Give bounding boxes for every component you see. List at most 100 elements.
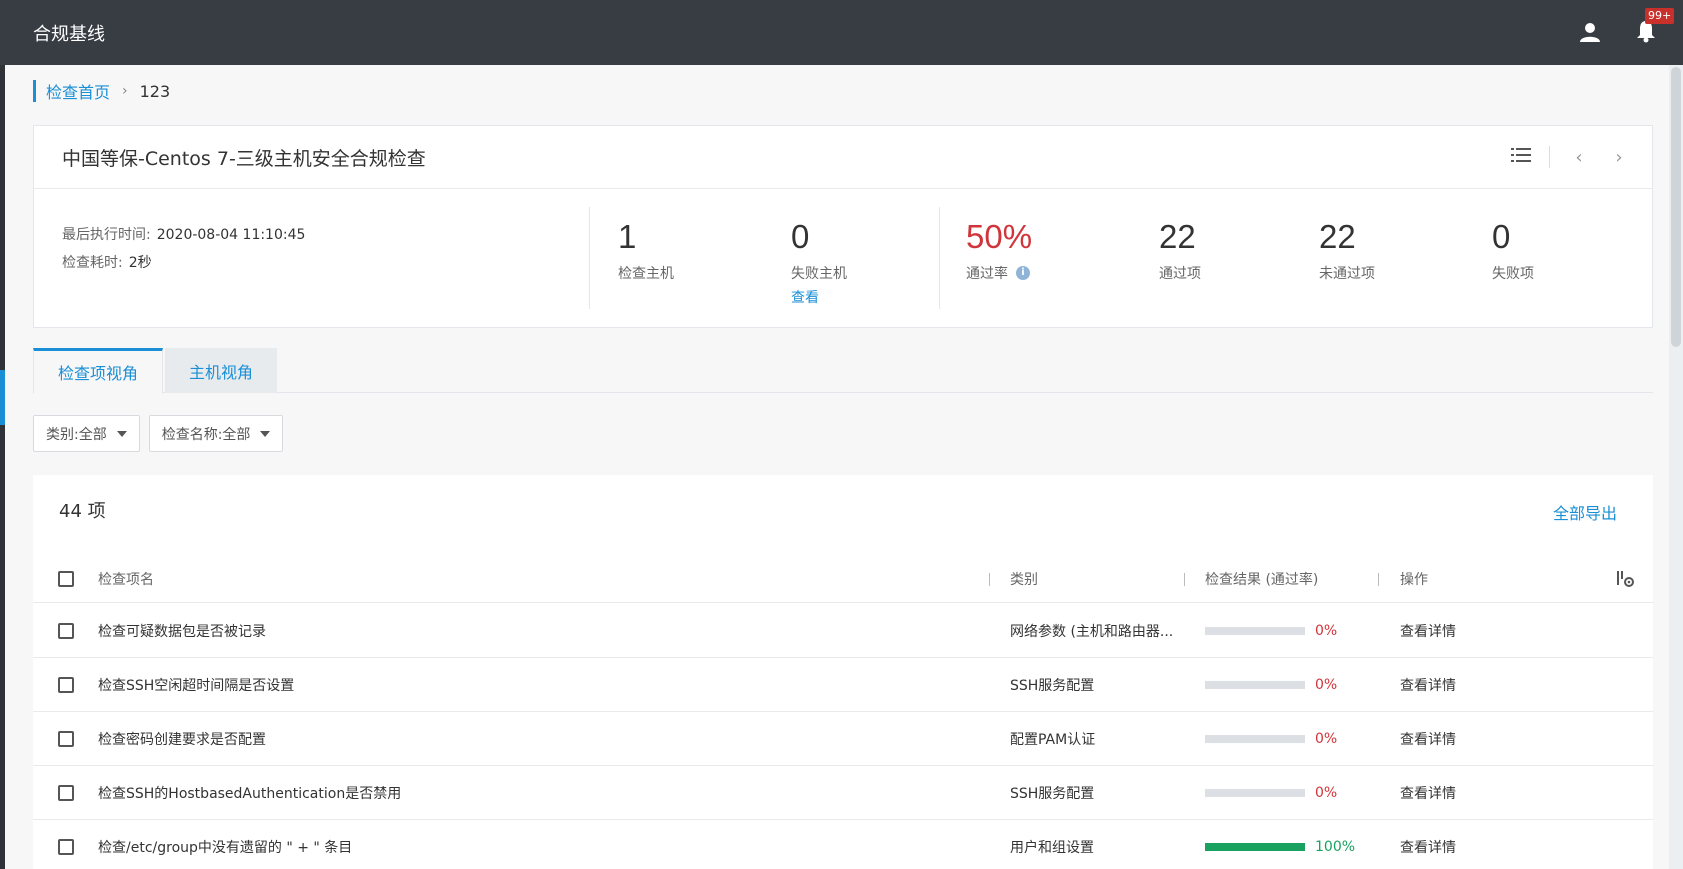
tab-host-view[interactable]: 主机视角	[165, 348, 278, 393]
column-resizer[interactable]	[989, 573, 990, 586]
run-meta: 最后执行时间: 2020-08-04 11:10:45 检查耗时: 2秒	[62, 221, 305, 277]
stat-passed-value: 22	[1159, 218, 1196, 255]
table-row: 检查SSH空闲超时间隔是否设置 SSH服务配置 0% 查看详情	[33, 658, 1653, 712]
chevron-left-icon[interactable]: ‹	[1568, 146, 1590, 168]
pass-rate-bar	[1205, 842, 1305, 851]
view-details-link[interactable]: 查看详情	[1400, 604, 1456, 657]
scrollbar-thumb[interactable]	[1671, 67, 1681, 347]
last-run-value: 2020-08-04 11:10:45	[156, 227, 306, 243]
stats-divider	[589, 207, 590, 309]
category-filter[interactable]: 类别:全部	[33, 415, 140, 452]
col-action-header: 操作	[1400, 571, 1428, 588]
duration-label: 检查耗时:	[62, 255, 123, 271]
last-run-label: 最后执行时间:	[62, 227, 151, 243]
check-result: 0%	[1205, 604, 1337, 657]
row-checkbox[interactable]	[58, 784, 74, 801]
stat-not-passed-value: 22	[1319, 218, 1356, 255]
pass-rate-value: 0%	[1315, 622, 1338, 639]
column-settings-icon[interactable]	[1616, 555, 1636, 602]
breadcrumb-current: 123	[139, 81, 171, 101]
check-name-filter-label: 检查名称:全部	[161, 426, 251, 443]
stat-failed-label: 失败项	[1492, 266, 1534, 282]
stat-pass-rate-label: 通过率	[966, 266, 1008, 282]
view-failed-hosts-link[interactable]: 查看	[791, 287, 847, 307]
row-checkbox[interactable]	[58, 730, 74, 747]
check-name-filter[interactable]: 检查名称:全部	[148, 415, 284, 452]
check-item-category: 配置PAM认证	[1010, 731, 1096, 748]
left-nav-strip	[0, 0, 5, 869]
stat-pass-rate: 50% 通过率 i	[966, 217, 1032, 283]
stat-not-passed-label: 未通过项	[1319, 266, 1375, 282]
stat-passed-label: 通过项	[1159, 266, 1201, 282]
view-details-link[interactable]: 查看详情	[1400, 658, 1456, 711]
notification-badge: 99+	[1645, 7, 1675, 24]
tab-check-item-view[interactable]: 检查项视角	[33, 348, 164, 394]
column-resizer[interactable]	[1378, 573, 1379, 586]
summary-title: 中国等保-Centos 7-三级主机安全合规检查	[62, 147, 426, 170]
check-result: 0%	[1205, 766, 1337, 819]
pass-rate-bar-fill	[1205, 842, 1305, 851]
actions-divider	[1549, 146, 1550, 168]
page-scrollbar[interactable]	[1669, 65, 1683, 869]
table-row: 检查SSH的HostbasedAuthentication是否禁用 SSH服务配置…	[33, 766, 1653, 820]
stat-failed-value: 0	[1492, 218, 1511, 255]
check-item-name: 检查可疑数据包是否被记录	[98, 623, 266, 640]
check-result: 100%	[1205, 820, 1355, 869]
user-icon[interactable]	[1577, 20, 1603, 46]
check-item-name: 检查/etc/group中没有遗留的 " + " 条目	[98, 839, 353, 856]
view-tabs: 检查项视角 主机视角	[33, 348, 1653, 394]
pass-rate-value: 100%	[1315, 838, 1356, 855]
col-category-header[interactable]: 类别	[1010, 555, 1038, 602]
notification-bell-icon[interactable]: 99+	[1633, 7, 1675, 48]
stat-failed: 0 失败项	[1492, 217, 1534, 283]
pass-rate-value: 0%	[1315, 784, 1338, 801]
list-icon[interactable]	[1511, 146, 1531, 168]
summary-card: 中国等保-Centos 7-三级主机安全合规检查 ‹ › 最后执行时间: 2020…	[33, 125, 1653, 328]
check-result: 0%	[1205, 658, 1337, 711]
table-header: 检查项名 类别 检查结果 (通过率) 操作	[33, 555, 1653, 603]
check-items-panel: 44 项 全部导出 检查项名 类别 检查结果 (通过率) 操作 检查可疑数据包是…	[33, 475, 1653, 869]
row-checkbox[interactable]	[58, 622, 74, 639]
column-resizer[interactable]	[1184, 573, 1185, 586]
row-checkbox[interactable]	[58, 676, 74, 693]
stat-hosts-value: 1	[618, 218, 637, 255]
table-row: 检查密码创建要求是否配置 配置PAM认证 0% 查看详情	[33, 712, 1653, 766]
info-icon[interactable]: i	[1016, 266, 1030, 280]
export-all-link[interactable]: 全部导出	[1553, 500, 1617, 524]
pass-rate-value: 0%	[1315, 730, 1338, 747]
stat-failed-hosts-label: 失败主机	[791, 266, 847, 282]
stat-not-passed: 22 未通过项	[1319, 217, 1375, 283]
table-row: 检查可疑数据包是否被记录 网络参数 (主机和路由器... 0% 查看详情	[33, 604, 1653, 658]
col-name-header[interactable]: 检查项名	[98, 555, 154, 602]
row-checkbox[interactable]	[58, 838, 74, 855]
stat-passed: 22 通过项	[1159, 217, 1201, 283]
select-all-checkbox[interactable]	[58, 570, 74, 587]
table-row: 检查/etc/group中没有遗留的 " + " 条目 用户和组设置 100% 查看详…	[33, 820, 1653, 869]
pass-rate-bar	[1205, 734, 1305, 743]
check-item-category: SSH服务配置	[1010, 677, 1095, 694]
stat-hosts-label: 检查主机	[618, 266, 674, 282]
col-result-header[interactable]: 检查结果 (通过率)	[1205, 555, 1318, 602]
stats-divider	[939, 207, 940, 309]
check-result: 0%	[1205, 712, 1337, 765]
stat-failed-hosts-value: 0	[791, 218, 810, 255]
category-filter-label: 类别:全部	[46, 426, 107, 443]
check-item-category: SSH服务配置	[1010, 785, 1095, 802]
check-item-name: 检查SSH空闲超时间隔是否设置	[98, 677, 295, 694]
chevron-right-icon: ›	[122, 83, 128, 99]
check-item-name: 检查SSH的HostbasedAuthentication是否禁用	[98, 785, 402, 802]
item-count: 44 项	[59, 501, 106, 522]
check-item-name: 检查密码创建要求是否配置	[98, 731, 266, 748]
stat-pass-rate-value: 50%	[966, 218, 1033, 255]
stat-failed-hosts: 0 失败主机 查看	[791, 217, 847, 307]
pass-rate-bar	[1205, 626, 1305, 635]
caret-down-icon	[116, 430, 127, 437]
view-details-link[interactable]: 查看详情	[1400, 712, 1456, 765]
view-details-link[interactable]: 查看详情	[1400, 766, 1456, 819]
chevron-right-icon[interactable]: ›	[1608, 146, 1630, 168]
breadcrumb-home-link[interactable]: 检查首页	[46, 79, 110, 103]
breadcrumb: 检查首页 › 123	[33, 80, 170, 102]
pass-rate-bar	[1205, 680, 1305, 689]
pass-rate-value: 0%	[1315, 676, 1338, 693]
view-details-link[interactable]: 查看详情	[1400, 820, 1456, 869]
